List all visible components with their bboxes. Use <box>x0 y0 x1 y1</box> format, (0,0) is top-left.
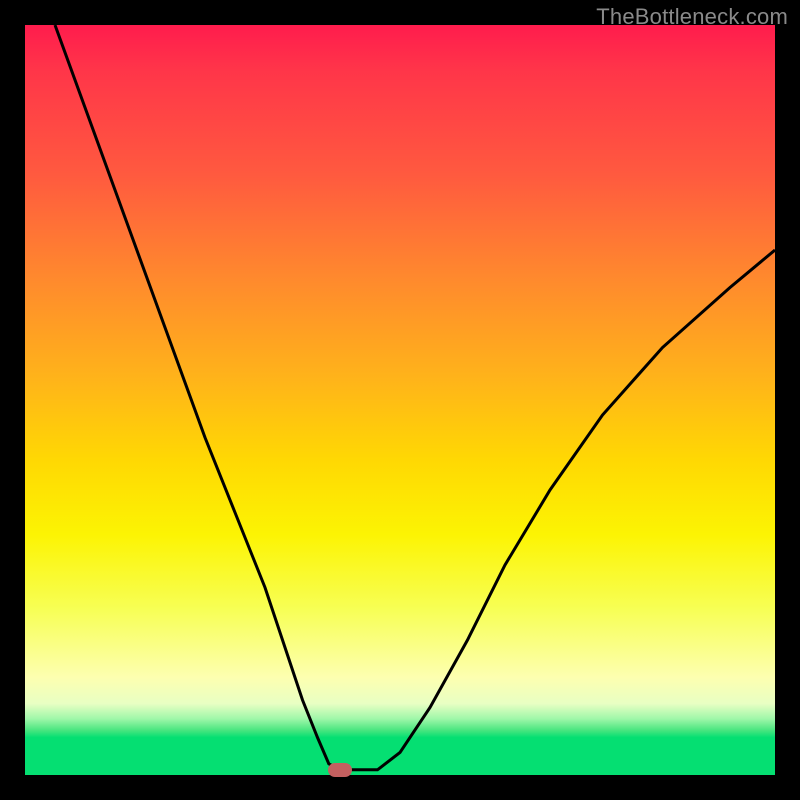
plot-area <box>25 25 775 775</box>
chart-frame: TheBottleneck.com <box>0 0 800 800</box>
minimum-marker <box>328 763 352 777</box>
bottleneck-curve <box>25 25 775 775</box>
watermark-text: TheBottleneck.com <box>596 4 788 30</box>
